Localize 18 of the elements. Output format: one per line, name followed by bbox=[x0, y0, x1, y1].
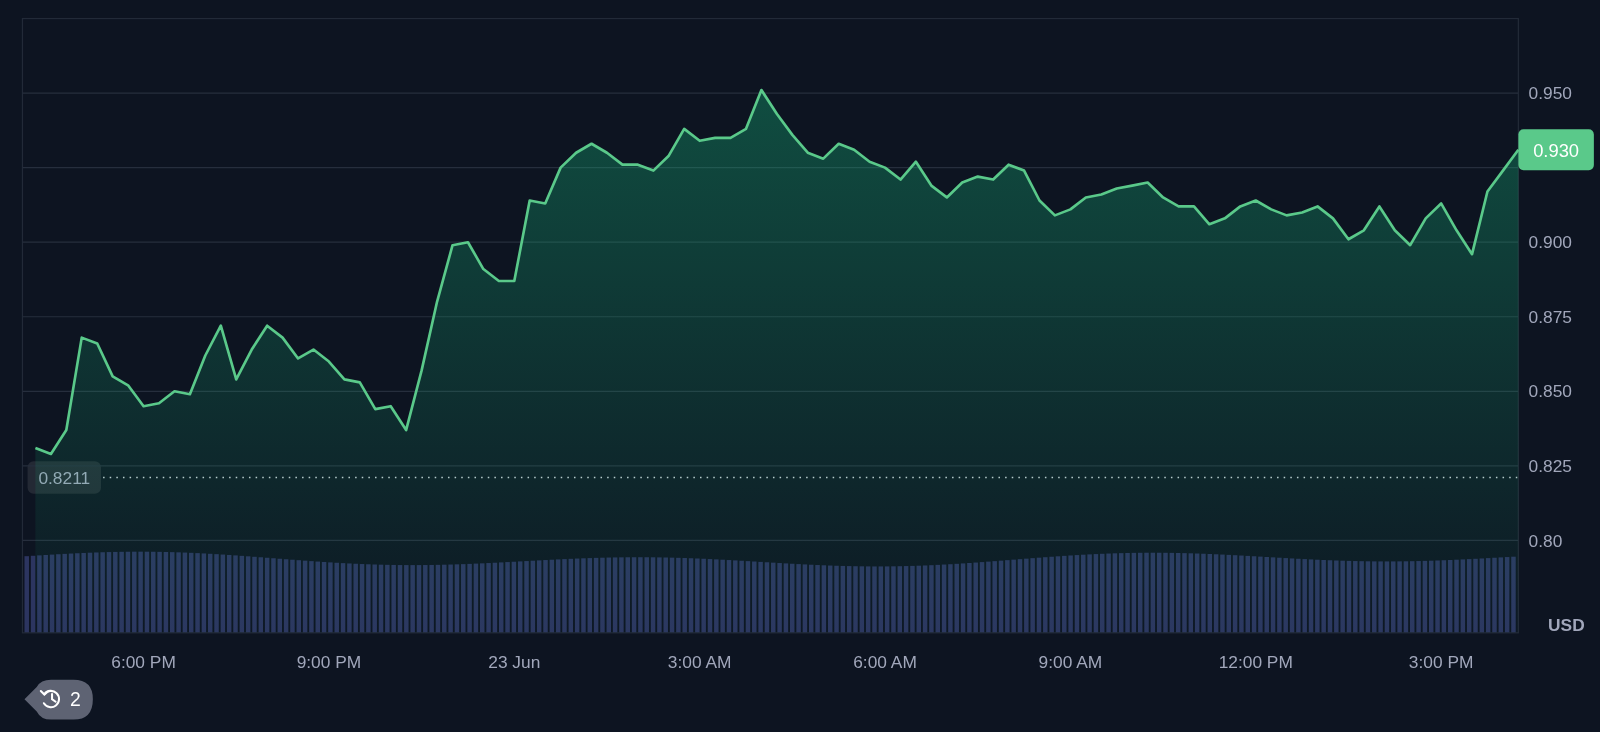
x-axis-label: 6:00 AM bbox=[853, 651, 917, 672]
x-axis-label: 23 Jun bbox=[488, 651, 541, 672]
history-button[interactable]: 2 bbox=[24, 679, 93, 720]
last-price-badge: 0.930 bbox=[1518, 129, 1594, 171]
y-axis-label: 0.950 bbox=[1528, 83, 1572, 104]
x-axis-label: 6:00 PM bbox=[111, 651, 176, 672]
x-axis-label: 3:00 PM bbox=[1408, 651, 1474, 672]
y-axis-label: 0.900 bbox=[1528, 232, 1572, 253]
history-icon bbox=[39, 689, 61, 709]
x-axis-label: 9:00 AM bbox=[1038, 651, 1103, 672]
currency-label: USD bbox=[1548, 614, 1585, 635]
x-axis-label: 3:00 AM bbox=[667, 651, 732, 672]
y-axis-label: 0.850 bbox=[1528, 381, 1572, 402]
x-axis-label: 12:00 PM bbox=[1218, 651, 1293, 672]
y-axis-label: 0.825 bbox=[1528, 455, 1572, 476]
y-axis-label: 0.875 bbox=[1528, 306, 1572, 327]
y-axis-label: 0.80 bbox=[1528, 530, 1563, 551]
x-axis-label: 9:00 PM bbox=[296, 651, 362, 672]
